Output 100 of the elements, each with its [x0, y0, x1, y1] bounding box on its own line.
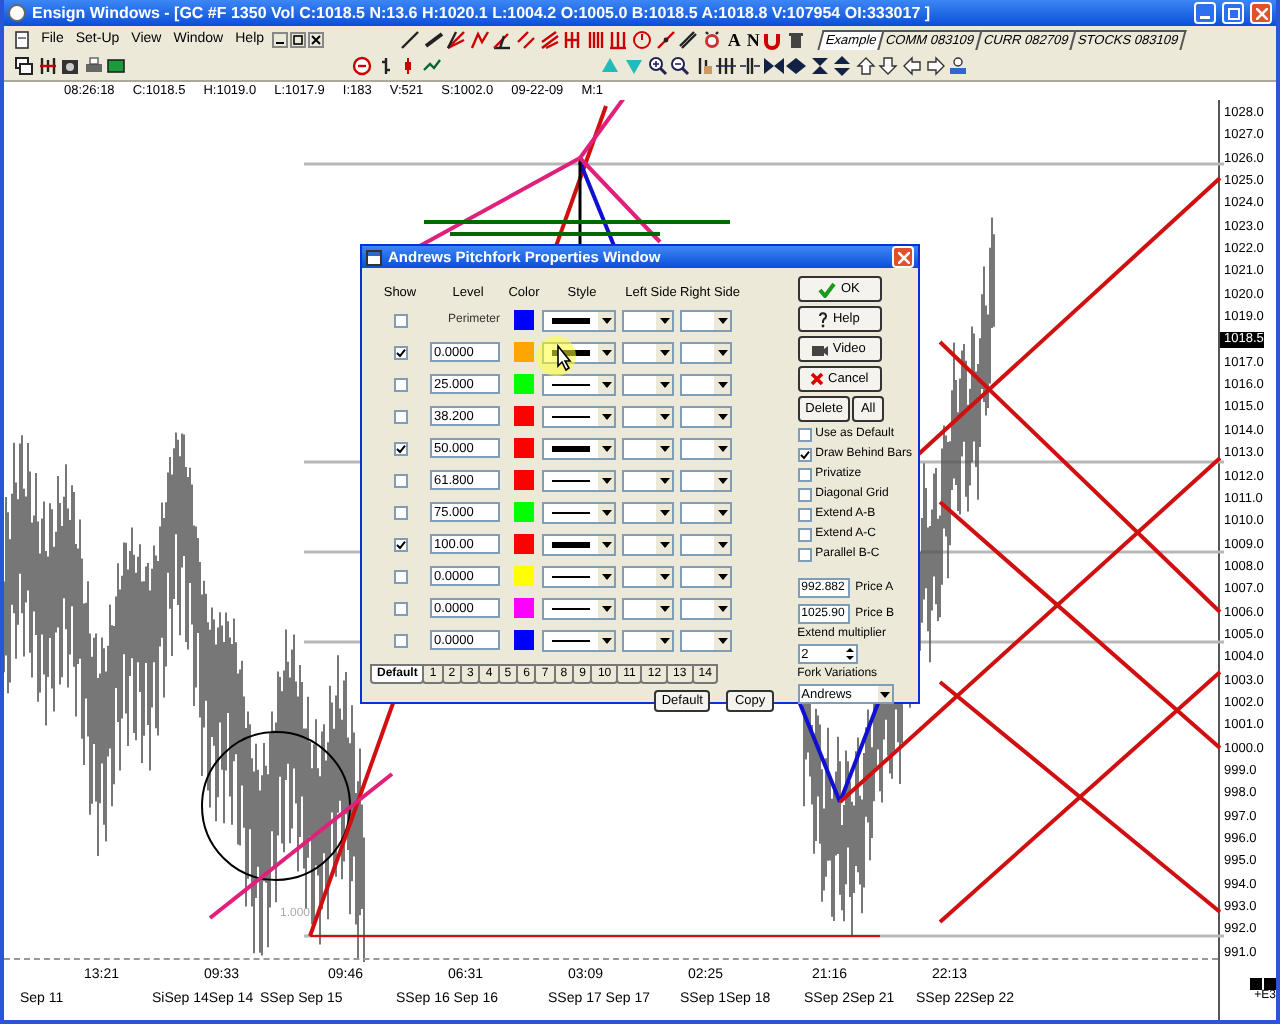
left-side-dropdown[interactable] [622, 437, 674, 459]
left-side-dropdown[interactable] [622, 309, 674, 331]
left-side-dropdown[interactable] [622, 341, 674, 363]
up-down-arrows-icon[interactable] [832, 55, 853, 75]
comb-bars-icon[interactable] [608, 29, 629, 49]
option-checkbox[interactable] [797, 547, 812, 561]
angle-lines-icon[interactable] [492, 29, 513, 49]
color-swatch[interactable] [514, 310, 534, 330]
left-side-dropdown[interactable] [622, 405, 674, 427]
style-dropdown[interactable] [542, 341, 616, 363]
magnet-icon[interactable] [762, 29, 783, 49]
option-checkbox[interactable] [797, 487, 812, 501]
style-dropdown[interactable] [542, 437, 616, 459]
show-checkbox[interactable] [393, 537, 407, 551]
style-dropdown[interactable] [542, 597, 616, 619]
show-checkbox[interactable] [393, 505, 407, 519]
vertical-bars-icon[interactable] [585, 29, 606, 49]
color-swatch[interactable] [514, 566, 534, 586]
color-swatch[interactable] [514, 470, 534, 490]
monitor-icon[interactable] [106, 55, 127, 75]
bracket-bars-icon[interactable] [562, 29, 583, 49]
squeeze-bars-icon[interactable] [739, 55, 760, 75]
trash-icon[interactable] [785, 29, 806, 49]
right-side-dropdown[interactable] [680, 341, 732, 363]
show-checkbox[interactable] [393, 313, 407, 327]
right-side-dropdown[interactable] [680, 405, 732, 427]
option-checkbox[interactable] [797, 427, 812, 441]
option-checkbox[interactable] [797, 507, 812, 521]
show-checkbox[interactable] [393, 409, 407, 423]
color-swatch[interactable] [514, 406, 534, 426]
color-swatch[interactable] [514, 534, 534, 554]
windows-icon[interactable] [14, 55, 34, 75]
bars-settings-icon[interactable] [37, 55, 58, 75]
show-checkbox[interactable] [393, 377, 407, 391]
diagonal-line-icon[interactable] [400, 29, 421, 49]
left-side-dropdown[interactable] [622, 533, 674, 555]
show-checkbox[interactable] [393, 441, 407, 455]
printer-icon[interactable] [83, 55, 104, 75]
toolbar-button[interactable]: N [743, 29, 763, 49]
pitchfork-icon[interactable] [539, 29, 560, 49]
style-dropdown[interactable] [542, 405, 616, 427]
hourglass-icon[interactable] [809, 55, 830, 75]
style-dropdown[interactable] [542, 629, 616, 651]
show-checkbox[interactable] [393, 601, 407, 615]
option-checkbox[interactable] [797, 527, 812, 541]
zigzag-icon[interactable] [469, 29, 490, 49]
right-side-dropdown[interactable] [680, 533, 732, 555]
right-side-dropdown[interactable] [680, 565, 732, 587]
arrow-up-icon[interactable] [855, 55, 876, 75]
option-checkbox[interactable] [797, 467, 812, 481]
left-side-dropdown[interactable] [622, 565, 674, 587]
circle-clock-icon[interactable] [631, 29, 652, 49]
color-swatch[interactable] [514, 374, 534, 394]
spread-bars-icon[interactable] [716, 55, 737, 75]
style-dropdown[interactable] [542, 469, 616, 491]
show-checkbox[interactable] [393, 473, 407, 487]
line-chart-icon[interactable] [421, 55, 442, 75]
maximize-button[interactable] [1222, 2, 1244, 24]
close-button[interactable] [308, 31, 325, 47]
restore-button[interactable] [290, 31, 307, 47]
right-side-dropdown[interactable] [680, 597, 732, 619]
minimize-button[interactable] [272, 31, 289, 47]
left-side-dropdown[interactable] [622, 597, 674, 619]
right-side-dropdown[interactable] [680, 309, 732, 331]
parallel-lines-icon[interactable] [516, 29, 536, 49]
arrow-down-icon[interactable] [878, 55, 899, 75]
alarm-clock-icon[interactable] [701, 29, 722, 49]
style-dropdown[interactable] [542, 533, 616, 555]
arrows-inward-icon[interactable] [763, 55, 783, 75]
right-side-dropdown[interactable] [680, 469, 732, 491]
zoom-in-icon[interactable] [647, 55, 668, 75]
double-line-icon[interactable] [678, 29, 699, 49]
document-icon[interactable] [12, 29, 32, 49]
style-dropdown[interactable] [542, 565, 616, 587]
fan-lines-icon[interactable] [446, 29, 467, 49]
toolbar-button[interactable]: A [724, 29, 744, 49]
photo-icon[interactable] [60, 55, 81, 75]
right-side-dropdown[interactable] [680, 501, 732, 523]
style-dropdown[interactable] [542, 501, 616, 523]
option-checkbox[interactable] [797, 447, 812, 461]
color-swatch[interactable] [514, 598, 534, 618]
show-checkbox[interactable] [393, 345, 407, 359]
left-side-dropdown[interactable] [622, 501, 674, 523]
right-side-dropdown[interactable] [680, 437, 732, 459]
color-swatch[interactable] [514, 438, 534, 458]
stamp-icon[interactable] [948, 55, 969, 75]
left-side-dropdown[interactable] [622, 373, 674, 395]
color-swatch[interactable] [514, 502, 534, 522]
right-side-dropdown[interactable] [680, 629, 732, 651]
arrow-right-icon[interactable] [925, 55, 946, 75]
arrow-left-icon[interactable] [902, 55, 923, 75]
left-side-dropdown[interactable] [622, 629, 674, 651]
show-checkbox[interactable] [393, 569, 407, 583]
diagonal-ray-icon[interactable] [655, 29, 676, 49]
right-side-dropdown[interactable] [680, 373, 732, 395]
color-swatch[interactable] [514, 630, 534, 650]
thick-line-icon[interactable] [423, 29, 444, 49]
style-dropdown[interactable] [542, 309, 616, 331]
zoom-out-icon[interactable] [670, 55, 691, 75]
left-side-dropdown[interactable] [622, 469, 674, 491]
